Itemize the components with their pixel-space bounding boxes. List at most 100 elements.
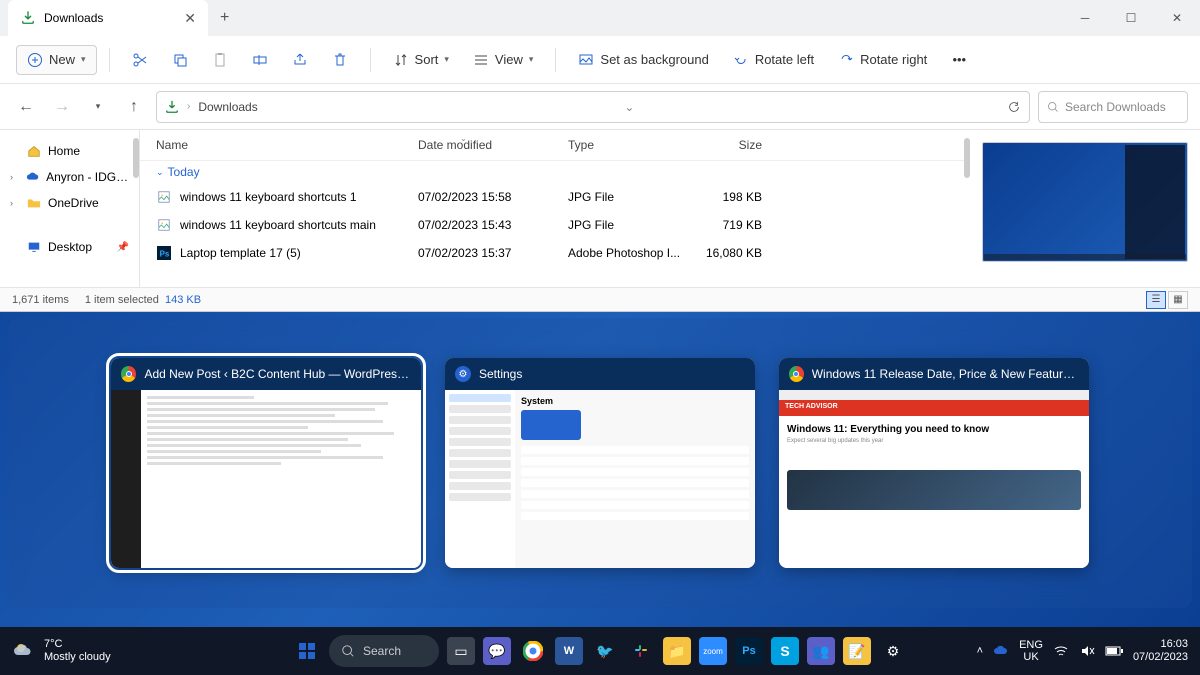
address-dropdown-icon[interactable]: ⌄	[624, 100, 634, 114]
onedrive-tray-icon[interactable]	[993, 643, 1009, 659]
sidebar-item-home[interactable]: Home	[0, 138, 139, 164]
group-today[interactable]: ⌄ Today	[140, 161, 970, 183]
folder-icon	[26, 195, 42, 211]
file-row[interactable]: windows 11 keyboard shortcuts 107/02/202…	[140, 183, 970, 211]
taskbar-search[interactable]: Search	[329, 635, 439, 667]
copy-button[interactable]	[162, 46, 198, 74]
rotate-right-button[interactable]: Rotate right	[828, 46, 937, 74]
lang-secondary: UK	[1019, 651, 1043, 663]
notes-icon[interactable]: 📝	[843, 637, 871, 665]
delete-button[interactable]	[322, 46, 358, 74]
file-row[interactable]: PsLaptop template 17 (5)07/02/2023 15:37…	[140, 239, 970, 267]
status-selected: 1 item selected	[85, 294, 159, 306]
forward-button[interactable]: →	[48, 93, 76, 121]
rename-button[interactable]	[242, 46, 278, 74]
word-icon[interactable]: W	[555, 637, 583, 665]
tab-title: Downloads	[44, 11, 103, 25]
switcher-card-wordpress[interactable]: Add New Post ‹ B2C Content Hub — WordPre…	[111, 358, 421, 568]
file-icon: Ps	[156, 245, 172, 261]
details-view-button[interactable]: ☰	[1146, 291, 1166, 309]
background-icon	[578, 52, 594, 68]
maximize-button[interactable]: ☐	[1108, 0, 1154, 36]
rotate-left-button[interactable]: Rotate left	[723, 46, 824, 74]
set-background-button[interactable]: Set as background	[568, 46, 718, 74]
file-date: 07/02/2023 15:43	[410, 218, 560, 232]
preview-pane	[970, 130, 1200, 287]
sidebar-scrollbar[interactable]	[133, 138, 139, 178]
slack-icon[interactable]	[627, 637, 655, 665]
file-row[interactable]: windows 11 keyboard shortcuts main07/02/…	[140, 211, 970, 239]
sidebar-home-label: Home	[48, 144, 80, 158]
file-type: JPG File	[560, 218, 690, 232]
settings-icon[interactable]: ⚙	[879, 637, 907, 665]
file-list-scrollbar[interactable]	[964, 138, 970, 178]
column-date[interactable]: ⌄Date modified	[410, 138, 560, 152]
column-size[interactable]: Size	[690, 138, 770, 152]
language-indicator[interactable]: ENG UK	[1019, 639, 1043, 663]
chrome-icon[interactable]	[519, 637, 547, 665]
switcher-title: Settings	[479, 367, 522, 381]
refresh-button[interactable]	[1007, 100, 1021, 114]
expand-icon[interactable]: ›	[10, 198, 20, 208]
collapse-icon[interactable]: ⌄	[156, 167, 164, 178]
switcher-card-techadvisor[interactable]: Windows 11 Release Date, Price & New Fea…	[779, 358, 1089, 568]
more-button[interactable]: •••	[941, 46, 977, 74]
volume-icon[interactable]	[1079, 643, 1095, 659]
up-button[interactable]: ↑	[120, 93, 148, 121]
search-input[interactable]: Search Downloads	[1038, 91, 1188, 123]
recent-button[interactable]: ▾	[84, 93, 112, 121]
battery-icon[interactable]	[1105, 645, 1123, 657]
status-bar: 1,671 items 1 item selected 143 KB ☰ ▦	[0, 287, 1200, 311]
column-type[interactable]: Type	[560, 138, 690, 152]
sidebar-desktop-label: Desktop	[48, 240, 92, 254]
teams-chat-icon[interactable]: 💬	[483, 637, 511, 665]
app-icon[interactable]: 🐦	[591, 637, 619, 665]
view-button[interactable]: View ▾	[463, 46, 543, 74]
paste-button[interactable]	[202, 46, 238, 74]
clock[interactable]: 16:03 07/02/2023	[1133, 638, 1188, 664]
pin-icon[interactable]: 📌	[117, 242, 129, 253]
back-button[interactable]: ←	[12, 93, 40, 121]
file-date: 07/02/2023 15:37	[410, 246, 560, 260]
switcher-title: Windows 11 Release Date, Price & New Fea…	[812, 367, 1079, 381]
sidebar-item-onedrive[interactable]: › OneDrive	[0, 190, 139, 216]
photoshop-icon[interactable]: Ps	[735, 637, 763, 665]
preview-image	[982, 142, 1188, 262]
scissors-icon	[132, 52, 148, 68]
file-explorer-icon[interactable]: 📁	[663, 637, 691, 665]
chevron-down-icon: ▾	[81, 54, 86, 65]
weather-widget[interactable]: 7°C Mostly cloudy	[12, 638, 111, 664]
sidebar-item-onedrive-personal[interactable]: › Anyron - IDG Inc	[0, 164, 139, 190]
minimize-button[interactable]: ─	[1062, 0, 1108, 36]
column-name[interactable]: Name	[140, 138, 410, 152]
new-tab-button[interactable]: +	[220, 9, 229, 27]
navigation-pane: Home › Anyron - IDG Inc › OneDrive Deskt…	[0, 130, 140, 287]
new-button[interactable]: New ▾	[16, 45, 97, 75]
thumbnails-view-button[interactable]: ▦	[1168, 291, 1188, 309]
zoom-icon[interactable]: zoom	[699, 637, 727, 665]
task-view-button[interactable]: ▭	[447, 637, 475, 665]
rotate-right-icon	[838, 52, 854, 68]
breadcrumb[interactable]: Downloads	[198, 100, 257, 114]
close-button[interactable]: ✕	[1154, 0, 1200, 36]
teams-icon[interactable]: 👥	[807, 637, 835, 665]
address-bar[interactable]: › Downloads ⌄	[156, 91, 1030, 123]
sidebar-item-desktop[interactable]: Desktop 📌	[0, 234, 139, 260]
cut-button[interactable]	[122, 46, 158, 74]
chevron-down-icon: ▾	[444, 54, 449, 65]
start-button[interactable]	[293, 637, 321, 665]
rotate-right-label: Rotate right	[860, 52, 927, 67]
switcher-card-settings[interactable]: ⚙ Settings System	[445, 358, 755, 568]
tray-expand-icon[interactable]: ˄	[977, 645, 983, 657]
share-button[interactable]	[282, 46, 318, 74]
taskbar-search-label: Search	[363, 644, 401, 658]
wifi-icon[interactable]	[1053, 643, 1069, 659]
snagit-icon[interactable]: S	[771, 637, 799, 665]
tab-downloads[interactable]: Downloads ✕	[8, 0, 208, 36]
sort-button[interactable]: Sort ▾	[383, 46, 459, 74]
group-label: Today	[168, 165, 200, 179]
expand-icon[interactable]: ›	[10, 172, 19, 182]
article-sub: Expect several big updates this year	[787, 438, 1081, 444]
article-headline: Windows 11: Everything you need to know	[787, 424, 1081, 435]
close-tab-icon[interactable]: ✕	[184, 10, 196, 27]
